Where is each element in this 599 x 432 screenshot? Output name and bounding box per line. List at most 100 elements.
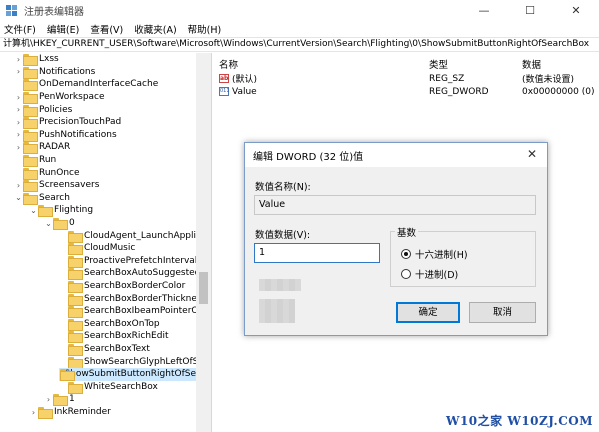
- radio-hexadecimal[interactable]: 十六进制(H): [401, 247, 468, 261]
- menu-favorites[interactable]: 收藏夹(A): [134, 22, 176, 36]
- blurred-region: [259, 299, 295, 323]
- tree-item-label: SearchBoxIbeamPointerOnH: [84, 306, 211, 317]
- tree-item[interactable]: SearchBoxBorderThickness: [59, 292, 207, 306]
- collapsed-chevron-icon[interactable]: ›: [14, 181, 23, 190]
- folder-icon: [68, 255, 83, 268]
- menu-edit[interactable]: 编辑(E): [47, 22, 79, 36]
- tree-item[interactable]: › Screensavers: [14, 179, 99, 193]
- collapsed-chevron-icon[interactable]: ›: [14, 130, 23, 139]
- collapsed-chevron-icon[interactable]: ›: [14, 143, 23, 152]
- address-bar[interactable]: 计算机\HKEY_CURRENT_USER\Software\Microsoft…: [0, 37, 599, 52]
- tree-scrollbar[interactable]: [196, 53, 211, 432]
- blurred-region: [259, 279, 301, 291]
- tree-item[interactable]: SearchBoxIbeamPointerOnH: [59, 305, 211, 319]
- maximize-button[interactable]: ☐: [507, 0, 553, 20]
- tree-item[interactable]: › RADAR: [14, 141, 70, 155]
- column-header-data[interactable]: 数据: [522, 57, 541, 71]
- tree-scrollbar-thumb[interactable]: [199, 272, 208, 304]
- tree-item[interactable]: › Notifications: [14, 66, 95, 79]
- folder-icon: [60, 369, 82, 382]
- menu-bar: 文件(F) 编辑(E) 查看(V) 收藏夹(A) 帮助(H): [0, 20, 599, 37]
- minimize-button[interactable]: —: [461, 0, 507, 20]
- folder-icon: [38, 205, 53, 218]
- value-type: REG_DWORD: [429, 86, 489, 97]
- value-type: REG_SZ: [429, 73, 465, 84]
- collapsed-chevron-icon[interactable]: ›: [14, 105, 23, 114]
- menu-view[interactable]: 查看(V): [90, 22, 123, 36]
- value-name: Value: [232, 86, 257, 97]
- tree-item-label: SearchBoxBorderThickness: [84, 293, 207, 304]
- value-row-value[interactable]: 011 Value: [219, 85, 257, 98]
- collapsed-chevron-icon[interactable]: ›: [14, 55, 23, 64]
- tree-item[interactable]: WhiteSearchBox: [59, 381, 158, 394]
- tree-item-label: Notifications: [39, 66, 96, 77]
- expanded-chevron-icon[interactable]: ⌄: [44, 219, 53, 228]
- dialog-close-icon[interactable]: ✕: [527, 147, 537, 161]
- tree-item-label: Run: [39, 155, 57, 166]
- expanded-chevron-icon[interactable]: ⌄: [29, 206, 38, 215]
- collapsed-chevron-icon[interactable]: ›: [29, 408, 38, 417]
- tree-item[interactable]: Run: [14, 154, 57, 168]
- expanded-chevron-icon[interactable]: ⌄: [14, 193, 23, 202]
- folder-icon: [68, 356, 83, 369]
- tree-item[interactable]: › PushNotifications: [14, 129, 117, 142]
- radio-decimal[interactable]: 十进制(D): [401, 267, 458, 281]
- tree-item-label: Flighting: [54, 205, 94, 216]
- tree-item-label: ShowSearchGlyphLeftOfSear: [84, 356, 212, 367]
- tree-item[interactable]: › 1: [44, 393, 75, 407]
- tree-item[interactable]: › PenWorkspace: [14, 91, 105, 105]
- tree-item[interactable]: ⌄ Flighting: [29, 204, 94, 218]
- collapsed-chevron-icon[interactable]: ›: [14, 93, 23, 102]
- column-header-type[interactable]: 类型: [429, 57, 448, 71]
- tree-item[interactable]: ProactivePrefetchIntervalMin: [59, 255, 212, 268]
- tree-item-label: ProactivePrefetchIntervalMin: [84, 255, 212, 266]
- tree-item[interactable]: ShowSubmitButtonRightOfSe: [59, 368, 196, 382]
- close-button[interactable]: ✕: [553, 0, 599, 20]
- tree-item[interactable]: SearchBoxText: [59, 343, 150, 357]
- tree-item[interactable]: SearchBoxAutoSuggestedFo: [59, 267, 211, 281]
- collapsed-chevron-icon[interactable]: ›: [14, 67, 23, 76]
- folder-icon: [53, 394, 68, 407]
- tree-item-label: 0: [69, 218, 75, 229]
- key-tree[interactable]: › Lxss › Notifications OnDemandInterfaceCach…: [0, 53, 212, 432]
- edit-dword-dialog: 编辑 DWORD (32 位)值 ✕ 数值名称(N): Value 数值数据(V…: [244, 142, 548, 336]
- base-label: 基数: [395, 225, 419, 239]
- folder-icon: [23, 117, 38, 130]
- folder-icon: [23, 66, 38, 79]
- tree-item[interactable]: RunOnce: [14, 166, 80, 180]
- folder-icon: [68, 331, 83, 344]
- value-row-default[interactable]: ab (默认): [219, 72, 257, 85]
- tree-item[interactable]: ⌄ 0: [44, 217, 75, 231]
- tree-item[interactable]: › Policies: [14, 103, 72, 117]
- tree-item[interactable]: CloudMusic: [59, 242, 135, 256]
- tree-item[interactable]: › Lxss: [14, 53, 59, 67]
- title-bar: 注册表编辑器 — ☐ ✕: [0, 0, 599, 20]
- folder-icon: [23, 180, 38, 193]
- tree-item-label: PushNotifications: [39, 129, 117, 140]
- tree-item[interactable]: SearchBoxRichEdit: [59, 330, 169, 344]
- tree-item[interactable]: CloudAgent_LaunchApplicati: [59, 229, 211, 243]
- ok-button[interactable]: 确定: [396, 302, 460, 323]
- cancel-button[interactable]: 取消: [469, 302, 536, 323]
- tree-item[interactable]: › PrecisionTouchPad: [14, 116, 121, 130]
- tree-item[interactable]: ShowSearchGlyphLeftOfSear: [59, 355, 212, 369]
- column-header-name[interactable]: 名称: [219, 57, 238, 71]
- value-data: (数值未设置): [522, 75, 575, 85]
- tree-item[interactable]: SearchBoxBorderColor: [59, 280, 185, 294]
- value-data: 0x00000000 (0): [522, 86, 595, 97]
- menu-help[interactable]: 帮助(H): [188, 22, 222, 36]
- tree-item-label: OnDemandInterfaceCache: [39, 79, 159, 90]
- folder-icon: [68, 293, 83, 306]
- tree-item[interactable]: › InkReminder: [29, 406, 111, 420]
- value-data-input[interactable]: 1: [254, 243, 380, 263]
- menu-file[interactable]: 文件(F): [4, 22, 36, 36]
- tree-item-label: ShowSubmitButtonRightOfSe: [64, 369, 196, 380]
- tree-item[interactable]: ⌄ Search: [14, 192, 70, 205]
- collapsed-chevron-icon[interactable]: ›: [14, 118, 23, 127]
- collapsed-chevron-icon[interactable]: ›: [44, 395, 53, 404]
- tree-item[interactable]: SearchBoxOnTop: [59, 318, 160, 331]
- radio-hexadecimal-label: 十六进制(H): [415, 250, 468, 261]
- dialog-title-bar: 编辑 DWORD (32 位)值: [245, 143, 547, 167]
- tree-item-label: 1: [69, 394, 75, 405]
- tree-item[interactable]: OnDemandInterfaceCache: [14, 78, 159, 92]
